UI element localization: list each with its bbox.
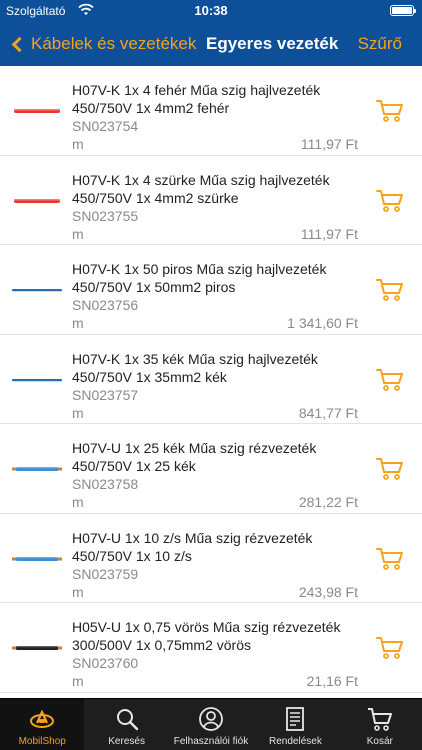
- add-to-cart-icon[interactable]: [376, 547, 404, 571]
- cable-thumbnail: [12, 104, 62, 118]
- cable-thumbnail: [12, 641, 62, 655]
- product-row[interactable]: H07V-K 1x 4 fehér Műa szig hajlvezeték 4…: [0, 66, 422, 156]
- tab-user[interactable]: Felhasználói fiók: [169, 699, 253, 750]
- tab-cart[interactable]: Kosár: [338, 699, 422, 750]
- cable-thumbnail: [12, 462, 62, 476]
- product-row[interactable]: H07V-K 1x 50 piros Műa szig hajlvezeték …: [0, 245, 422, 335]
- add-to-cart-icon[interactable]: [376, 368, 404, 392]
- product-unit: m: [72, 494, 84, 510]
- back-button-label: Kábelek és vezetékek: [31, 34, 197, 53]
- cable-thumbnail: [12, 552, 62, 566]
- page-title: Egyeres vezeték: [206, 34, 339, 53]
- status-time: 10:38: [194, 3, 228, 18]
- product-name: H07V-K 1x 35 kék Műa szig hajlvezeték 45…: [72, 350, 318, 385]
- product-code: SN023760: [72, 655, 139, 671]
- tab-search[interactable]: Keresés: [84, 699, 168, 750]
- back-button[interactable]: Kábelek és vezetékek: [10, 32, 196, 56]
- product-price: 111,97 Ft: [300, 136, 358, 152]
- product-code: SN023755: [72, 207, 139, 224]
- product-row[interactable]: H05V-U 1x 0,75 vörös Műa szig rézvezeték…: [0, 603, 422, 693]
- product-name: H07V-U 1x 25 kék Műa szig rézvezeték 450…: [72, 440, 317, 474]
- orders-document-icon: [282, 706, 308, 736]
- product-name: H07V-U 1x 10 z/s Műa szig rézvezeték 450…: [72, 529, 313, 564]
- product-price: 281,22 Ft: [298, 494, 358, 510]
- add-to-cart-icon[interactable]: [376, 636, 404, 660]
- product-price: 841,77 Ft: [298, 404, 358, 421]
- tab-label: Kosár: [366, 736, 393, 747]
- product-code: SN023756: [72, 297, 139, 313]
- product-price: 243,98 Ft: [298, 583, 358, 600]
- add-to-cart-icon[interactable]: [376, 99, 404, 123]
- product-code: SN023757: [72, 386, 139, 403]
- navigation-bar: Kábelek és vezetékek Egyeres vezeték Szű…: [0, 22, 422, 66]
- tab-label: Felhasználói fiók: [173, 736, 249, 747]
- product-unit: m: [72, 673, 84, 689]
- tab-bar: MobilShop Keresés Felhasználói fiók Rend…: [0, 698, 422, 750]
- tab-mobilshop-logo[interactable]: MobilShop: [0, 699, 85, 750]
- product-name: H07V-K 1x 50 piros Műa szig hajlvezeték …: [72, 261, 327, 295]
- product-unit: m: [72, 404, 84, 421]
- product-code: SN023754: [72, 118, 139, 134]
- add-to-cart-icon[interactable]: [376, 278, 404, 302]
- add-to-cart-icon[interactable]: [376, 457, 404, 481]
- product-name: H07V-K 1x 4 fehér Műa szig hajlvezeték 4…: [72, 82, 321, 116]
- product-unit: m: [72, 136, 84, 152]
- tab-label: Keresés: [108, 736, 145, 747]
- filter-button[interactable]: Szűrő: [358, 34, 402, 54]
- tab-label: Rendelések: [269, 736, 322, 747]
- search-icon: [114, 706, 140, 736]
- add-to-cart-icon[interactable]: [376, 189, 404, 213]
- product-code: SN023759: [72, 565, 139, 582]
- mobilshop-logo-icon: [29, 706, 55, 736]
- product-row[interactable]: H07V-U 1x 25 kék Műa szig rézvezeték 450…: [0, 424, 422, 514]
- product-row[interactable]: H07V-U 1x 10 z/s Műa szig rézvezeték 450…: [0, 514, 422, 603]
- cable-thumbnail: [12, 194, 62, 208]
- product-unit: m: [72, 225, 84, 242]
- product-row[interactable]: H07V-K 1x 35 kék Műa szig hajlvezeték 45…: [0, 335, 422, 424]
- product-row[interactable]: H07V-K 1x 4 szürke Műa szig hajlvezeték …: [0, 156, 422, 245]
- product-unit: m: [72, 583, 84, 600]
- product-name: H07V-K 1x 4 szürke Műa szig hajlvezeték …: [72, 171, 330, 206]
- product-price: 111,97 Ft: [300, 225, 358, 242]
- product-code: SN023758: [72, 476, 139, 492]
- cable-thumbnail: [12, 373, 62, 387]
- product-price: 1 341,60 Ft: [287, 315, 358, 331]
- status-bar: Szolgáltató 10:38: [0, 0, 422, 22]
- product-price: 21,16 Ft: [306, 673, 358, 689]
- tab-orders-document[interactable]: Rendelések: [253, 699, 337, 750]
- product-list[interactable]: H07V-K 1x 4 fehér Műa szig hajlvezeték 4…: [0, 66, 422, 698]
- chevron-left-icon: [11, 36, 28, 52]
- cable-thumbnail: [12, 283, 62, 297]
- battery-icon: [390, 5, 416, 16]
- product-name: H05V-U 1x 0,75 vörös Műa szig rézvezeték…: [72, 619, 341, 653]
- cart-icon: [367, 706, 393, 736]
- product-unit: m: [72, 315, 84, 331]
- user-icon: [198, 706, 224, 736]
- tab-label: MobilShop: [18, 736, 66, 747]
